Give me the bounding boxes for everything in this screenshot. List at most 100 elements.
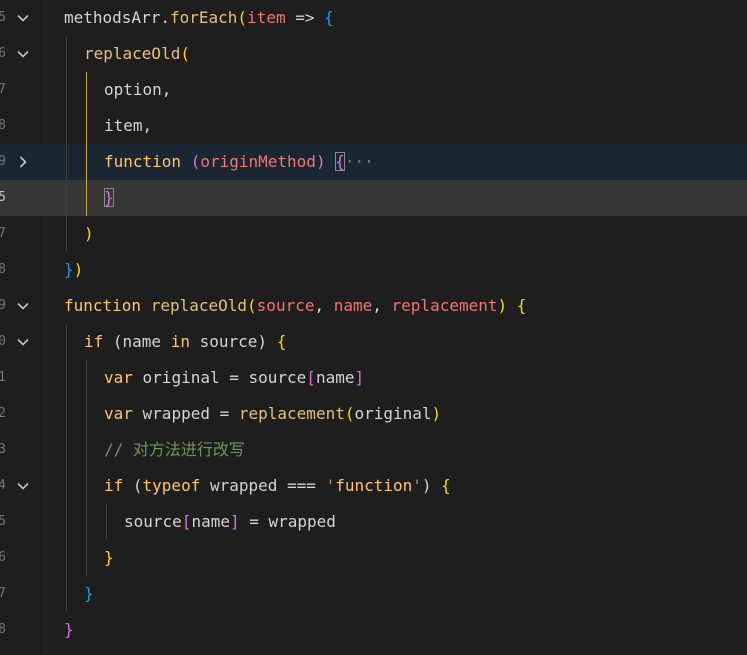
code-token: if — [84, 332, 104, 351]
chevron-down-icon[interactable] — [14, 46, 32, 62]
line-number: 8 — [0, 118, 6, 133]
code-token: ) — [421, 476, 442, 495]
indent-guide — [86, 72, 87, 216]
code-token: source — [248, 368, 307, 387]
code-token: ( — [247, 296, 257, 315]
code-line[interactable]: 9 function (originMethod) {··· — [0, 144, 747, 180]
chevron-down-icon[interactable] — [14, 478, 32, 494]
code-line[interactable]: 5 methodsArr.forEach(item => { — [0, 0, 747, 36]
code-token: = wrapped — [239, 512, 336, 531]
code-token: ) — [431, 404, 442, 423]
code-token: , — [142, 116, 153, 135]
code-line[interactable]: 6} — [0, 540, 747, 576]
code-line[interactable]: 7 option, — [0, 72, 747, 108]
code-token: ] — [229, 512, 240, 531]
code-token: wrapped === — [200, 476, 326, 495]
folded-code-ellipsis[interactable]: ··· — [345, 152, 374, 171]
code-token: replacement — [391, 296, 498, 315]
code-token: methodsArr — [64, 8, 161, 27]
code-token: ) — [497, 296, 508, 315]
code-token: ( — [123, 476, 143, 495]
line-number: 8 — [0, 262, 6, 277]
chevron-down-icon[interactable] — [14, 10, 32, 26]
code-line[interactable]: 1 var original = source[name] — [0, 360, 747, 396]
chevron-down-icon[interactable] — [14, 334, 32, 350]
code-token: item — [104, 116, 143, 135]
code-token: original — [354, 404, 432, 423]
code-token: option — [104, 80, 162, 99]
code-token: ] — [354, 368, 365, 387]
line-number: 1 — [0, 370, 6, 385]
line-number: 9 — [0, 154, 6, 169]
code-token: name — [191, 512, 230, 531]
code-token: function — [64, 296, 142, 315]
line-number: 7 — [0, 226, 6, 241]
chevron-right-icon[interactable] — [14, 154, 32, 170]
code-line[interactable]: 0 if (name in source) { — [0, 324, 747, 360]
code-token: . — [160, 8, 170, 27]
code-text: var original = source[name] — [104, 360, 364, 396]
code-token: ) — [73, 260, 84, 279]
code-token: } — [64, 260, 74, 279]
code-text: } — [104, 180, 114, 216]
code-token: function — [104, 152, 182, 171]
code-text: function (originMethod) {··· — [104, 144, 374, 180]
code-token: var — [104, 368, 133, 387]
code-text: methodsArr.forEach(item => { — [64, 0, 334, 36]
line-number: 5 — [0, 10, 6, 25]
code-token: ) — [315, 152, 326, 171]
line-number: 5 — [0, 514, 6, 529]
code-token: source — [189, 332, 258, 351]
code-token: => — [285, 8, 325, 27]
code-line[interactable]: 7) — [0, 216, 747, 252]
code-text: } — [64, 612, 74, 648]
code-line[interactable]: 8} — [0, 612, 747, 648]
code-token: , — [372, 296, 392, 315]
indent-guide — [66, 324, 67, 612]
code-token: { — [335, 152, 345, 171]
code-line[interactable]: 2 var wrapped = replacement(original) — [0, 396, 747, 432]
code-text: option, — [104, 72, 171, 108]
code-token: [ — [181, 512, 192, 531]
code-token: { — [324, 8, 334, 27]
code-token: { — [276, 332, 287, 351]
line-number: 8 — [0, 622, 6, 637]
code-line[interactable]: 8}) — [0, 252, 747, 288]
code-text: function replaceOld(source, name, replac… — [64, 288, 526, 324]
code-token: replaceOld — [84, 44, 181, 63]
line-number: 7 — [0, 82, 6, 97]
code-token: if — [104, 476, 124, 495]
code-token: name — [122, 332, 162, 351]
code-line[interactable]: 7} — [0, 576, 747, 612]
code-token: ) — [84, 224, 94, 243]
code-token: source — [256, 296, 315, 315]
code-line[interactable]: 5} — [0, 180, 747, 216]
code-line[interactable]: 5 source[name] = wrapped — [0, 504, 747, 540]
chevron-down-icon[interactable] — [14, 298, 32, 314]
code-line[interactable]: 9 function replaceOld(source, name, repla… — [0, 288, 747, 324]
code-token: ' — [325, 476, 336, 495]
code-line[interactable]: 8 item, — [0, 108, 747, 144]
code-line[interactable]: 4 if (typeof wrapped === 'function') { — [0, 468, 747, 504]
code-text: replaceOld( — [84, 36, 190, 72]
code-token: } — [104, 188, 114, 207]
code-text: source[name] = wrapped — [124, 504, 336, 540]
code-text: var wrapped = replacement(original) — [104, 396, 441, 432]
line-number: 3 — [0, 442, 6, 457]
code-line[interactable]: 3 // 对方法进行改写 — [0, 432, 747, 468]
line-number: 6 — [0, 46, 6, 61]
code-token: { — [516, 296, 527, 315]
code-token: typeof — [142, 476, 201, 495]
code-token: ) — [257, 332, 268, 351]
code-token: name — [315, 368, 355, 387]
code-token: original = — [132, 368, 249, 387]
code-token: replacement — [238, 404, 345, 423]
code-line[interactable]: 6 replaceOld( — [0, 36, 747, 72]
code-text: item, — [104, 108, 152, 144]
code-editor[interactable]: 5 methodsArr.forEach(item => { 6 replaceOld… — [0, 0, 747, 655]
line-number: 2 — [0, 406, 6, 421]
